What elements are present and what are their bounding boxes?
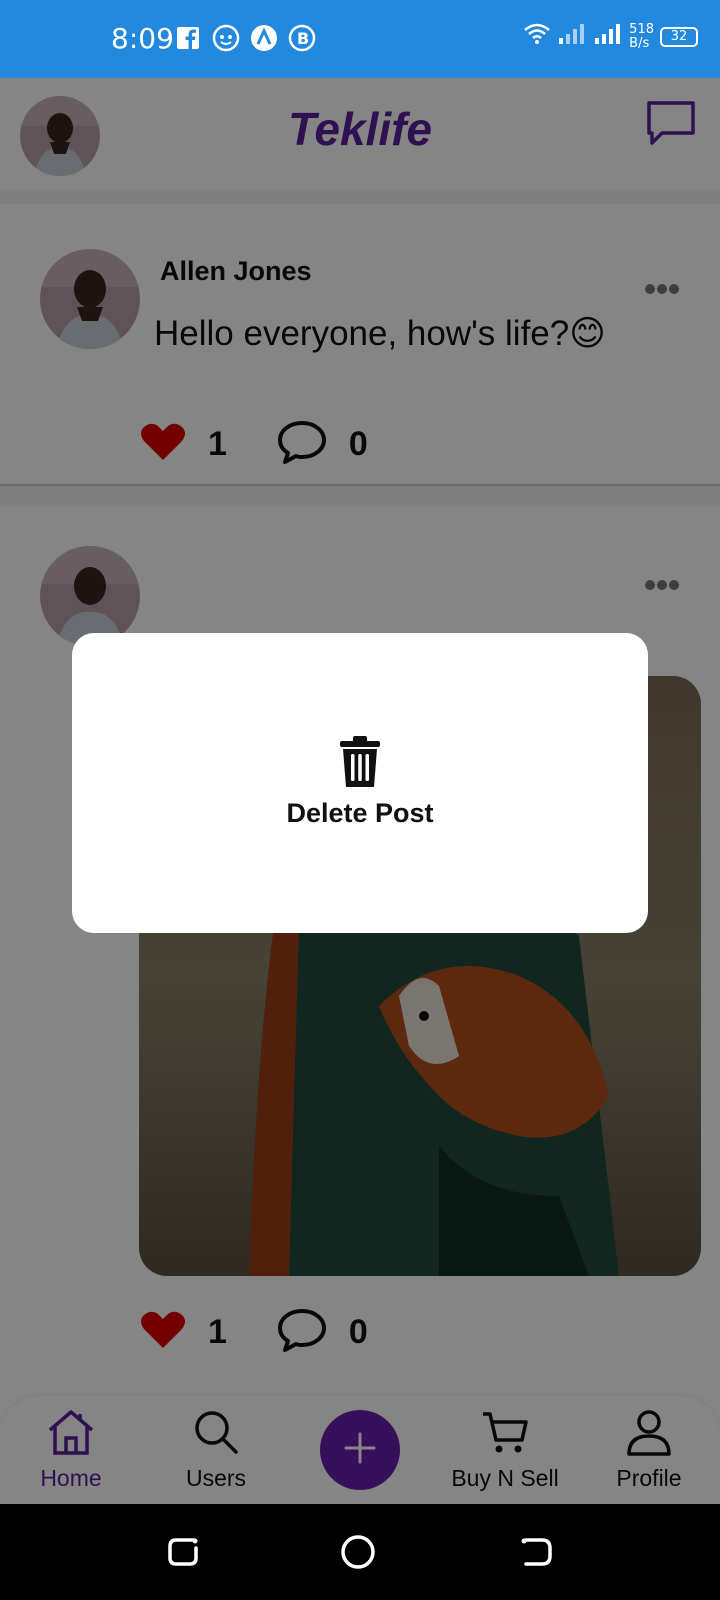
network-speed-unit: B/s — [629, 35, 650, 51]
notification-icons: B — [174, 24, 316, 52]
bitcoin-notification-icon: B — [288, 24, 316, 52]
status-time: 8:09 — [111, 22, 174, 55]
signal-icon-2 — [593, 22, 623, 51]
system-nav-bar — [0, 1504, 720, 1600]
delete-post-label: Delete Post — [286, 798, 434, 828]
status-bar: 8:09 B 518 B/s 32 — [0, 0, 720, 78]
recent-apps-icon[interactable] — [166, 1534, 202, 1575]
system-status-icons: 518 B/s 32 — [523, 22, 698, 51]
home-button-icon[interactable] — [340, 1534, 376, 1575]
wifi-icon — [523, 22, 551, 51]
post-options-dialog: Delete Post — [72, 633, 648, 933]
battery-indicator: 32 — [660, 26, 698, 47]
signal-icon-1 — [557, 22, 587, 51]
network-speed: 518 B/s — [629, 21, 654, 51]
facebook-icon — [174, 24, 202, 52]
modal-overlay[interactable]: Delete Post — [0, 78, 720, 1504]
arc-notification-icon — [250, 24, 278, 52]
back-icon[interactable] — [518, 1534, 554, 1575]
trash-icon — [338, 736, 382, 793]
svg-text:B: B — [297, 29, 309, 48]
network-speed-value: 518 — [629, 21, 654, 37]
delete-post-option[interactable]: Delete Post — [72, 735, 648, 829]
app-notification-icon — [212, 24, 240, 52]
